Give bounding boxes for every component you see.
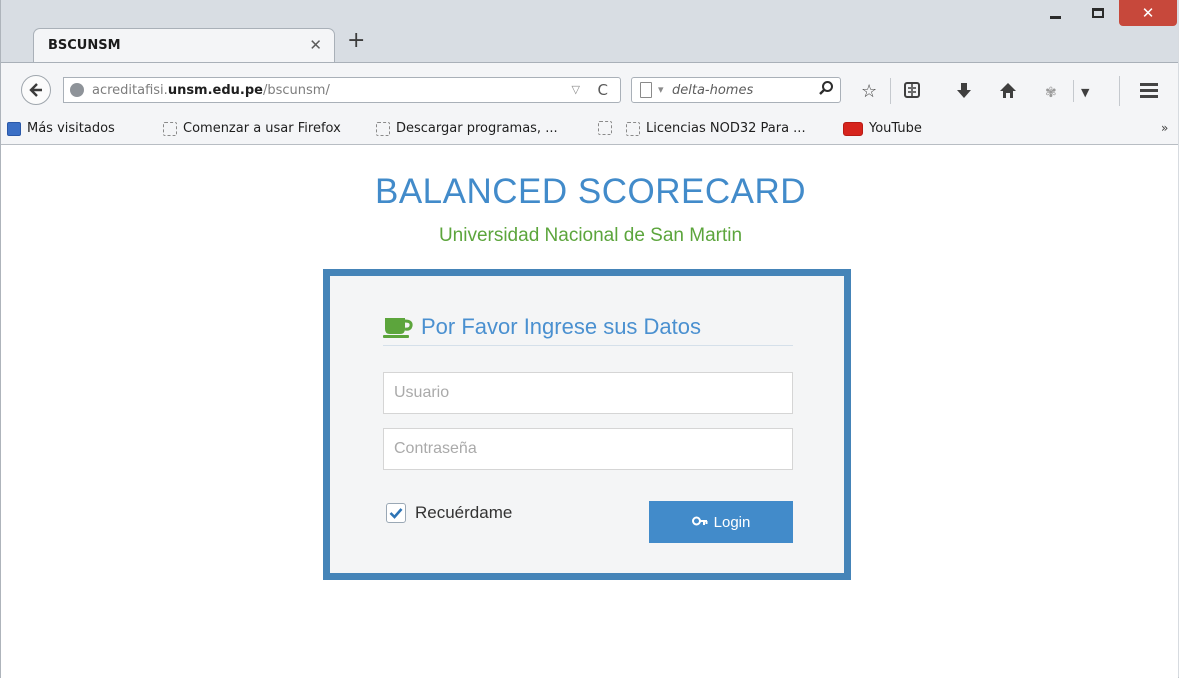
close-window-button[interactable]: ✕	[1119, 0, 1177, 26]
menu-icon[interactable]	[1140, 83, 1158, 101]
search-placeholder: delta-homes	[672, 83, 754, 98]
back-button[interactable]	[21, 75, 51, 105]
bookmark-nod32[interactable]: Licencias NOD32 Para ...	[626, 121, 806, 136]
addon-icon[interactable]: ✾	[1045, 84, 1057, 102]
minimize-button[interactable]	[1035, 0, 1075, 26]
bookmark-youtube[interactable]: YouTube	[843, 121, 922, 136]
login-button[interactable]: Login	[649, 501, 793, 543]
page-icon	[626, 121, 640, 136]
youtube-icon	[843, 121, 863, 136]
bookmark-most-visited[interactable]: Más visitados	[7, 121, 115, 136]
page-title: BALANCED SCORECARD	[374, 172, 807, 211]
page-icon	[163, 121, 177, 136]
maximize-button[interactable]	[1079, 0, 1117, 26]
tab-title: BSCUNSM	[48, 38, 121, 53]
bookmark-downloads[interactable]: Descargar programas, ...	[376, 121, 558, 136]
browser-tab[interactable]: BSCUNSM ✕	[33, 28, 335, 62]
new-tab-icon[interactable]: +	[347, 30, 365, 52]
remember-checkbox[interactable]	[386, 503, 406, 523]
reading-list-icon[interactable]	[903, 81, 921, 103]
remember-me[interactable]: Recuérdame	[386, 503, 512, 523]
coffee-cup-icon	[383, 318, 413, 338]
bookmarks-toolbar: Más visitados Comenzar a usar Firefox De…	[1, 114, 1178, 145]
username-field[interactable]	[383, 372, 793, 414]
login-heading: Por Favor Ingrese sus Datos	[383, 314, 701, 340]
login-panel: Por Favor Ingrese sus Datos Recuérdame L…	[323, 269, 851, 580]
key-icon	[691, 516, 708, 526]
browser-window: BSCUNSM ✕ + ✕ acreditafisi.unsm.edu.pe/b…	[0, 0, 1179, 678]
login-button-label: Login	[713, 513, 751, 531]
globe-icon	[70, 83, 84, 97]
bookmarks-overflow-icon[interactable]: »	[1161, 121, 1168, 135]
url-text[interactable]: acreditafisi.unsm.edu.pe/bscunsm/	[92, 83, 330, 98]
heading-divider	[383, 345, 793, 346]
bookmark-star-icon[interactable]: ☆	[861, 83, 877, 101]
bookmark-getting-started[interactable]: Comenzar a usar Firefox	[163, 121, 341, 136]
bookmark-untitled[interactable]	[598, 121, 618, 135]
url-dropdown-icon[interactable]: ▽	[572, 83, 580, 96]
toolbar-separator	[1119, 76, 1120, 106]
toolbar-separator	[890, 78, 891, 104]
remember-label: Recuérdame	[415, 503, 513, 522]
search-bar[interactable]: ▾ delta-homes	[631, 77, 841, 103]
reload-icon[interactable]: C	[598, 81, 608, 99]
password-field[interactable]	[383, 428, 793, 470]
home-icon[interactable]	[999, 82, 1017, 103]
addon-dropdown-icon[interactable]: ▼	[1081, 84, 1089, 102]
address-bar[interactable]: acreditafisi.unsm.edu.pe/bscunsm/ ▽ C	[63, 77, 621, 103]
most-visited-icon	[7, 121, 21, 136]
checkmark-icon	[389, 508, 403, 519]
search-engine-icon[interactable]	[640, 82, 652, 98]
search-engine-dropdown-icon[interactable]: ▾	[658, 83, 664, 96]
downloads-icon[interactable]	[956, 82, 972, 104]
page-icon	[376, 121, 390, 136]
tab-close-icon[interactable]: ✕	[309, 36, 322, 54]
search-icon[interactable]	[818, 80, 834, 100]
page-subtitle: Universidad Nacional de San Martin	[438, 225, 743, 246]
toolbar-separator	[1073, 80, 1074, 102]
back-arrow-icon	[29, 83, 42, 97]
login-heading-text: Por Favor Ingrese sus Datos	[421, 314, 702, 339]
title-bar: BSCUNSM ✕ + ✕	[1, 0, 1178, 62]
page-content: BALANCED SCORECARD Universidad Nacional …	[1, 145, 1178, 678]
page-icon	[598, 121, 612, 135]
